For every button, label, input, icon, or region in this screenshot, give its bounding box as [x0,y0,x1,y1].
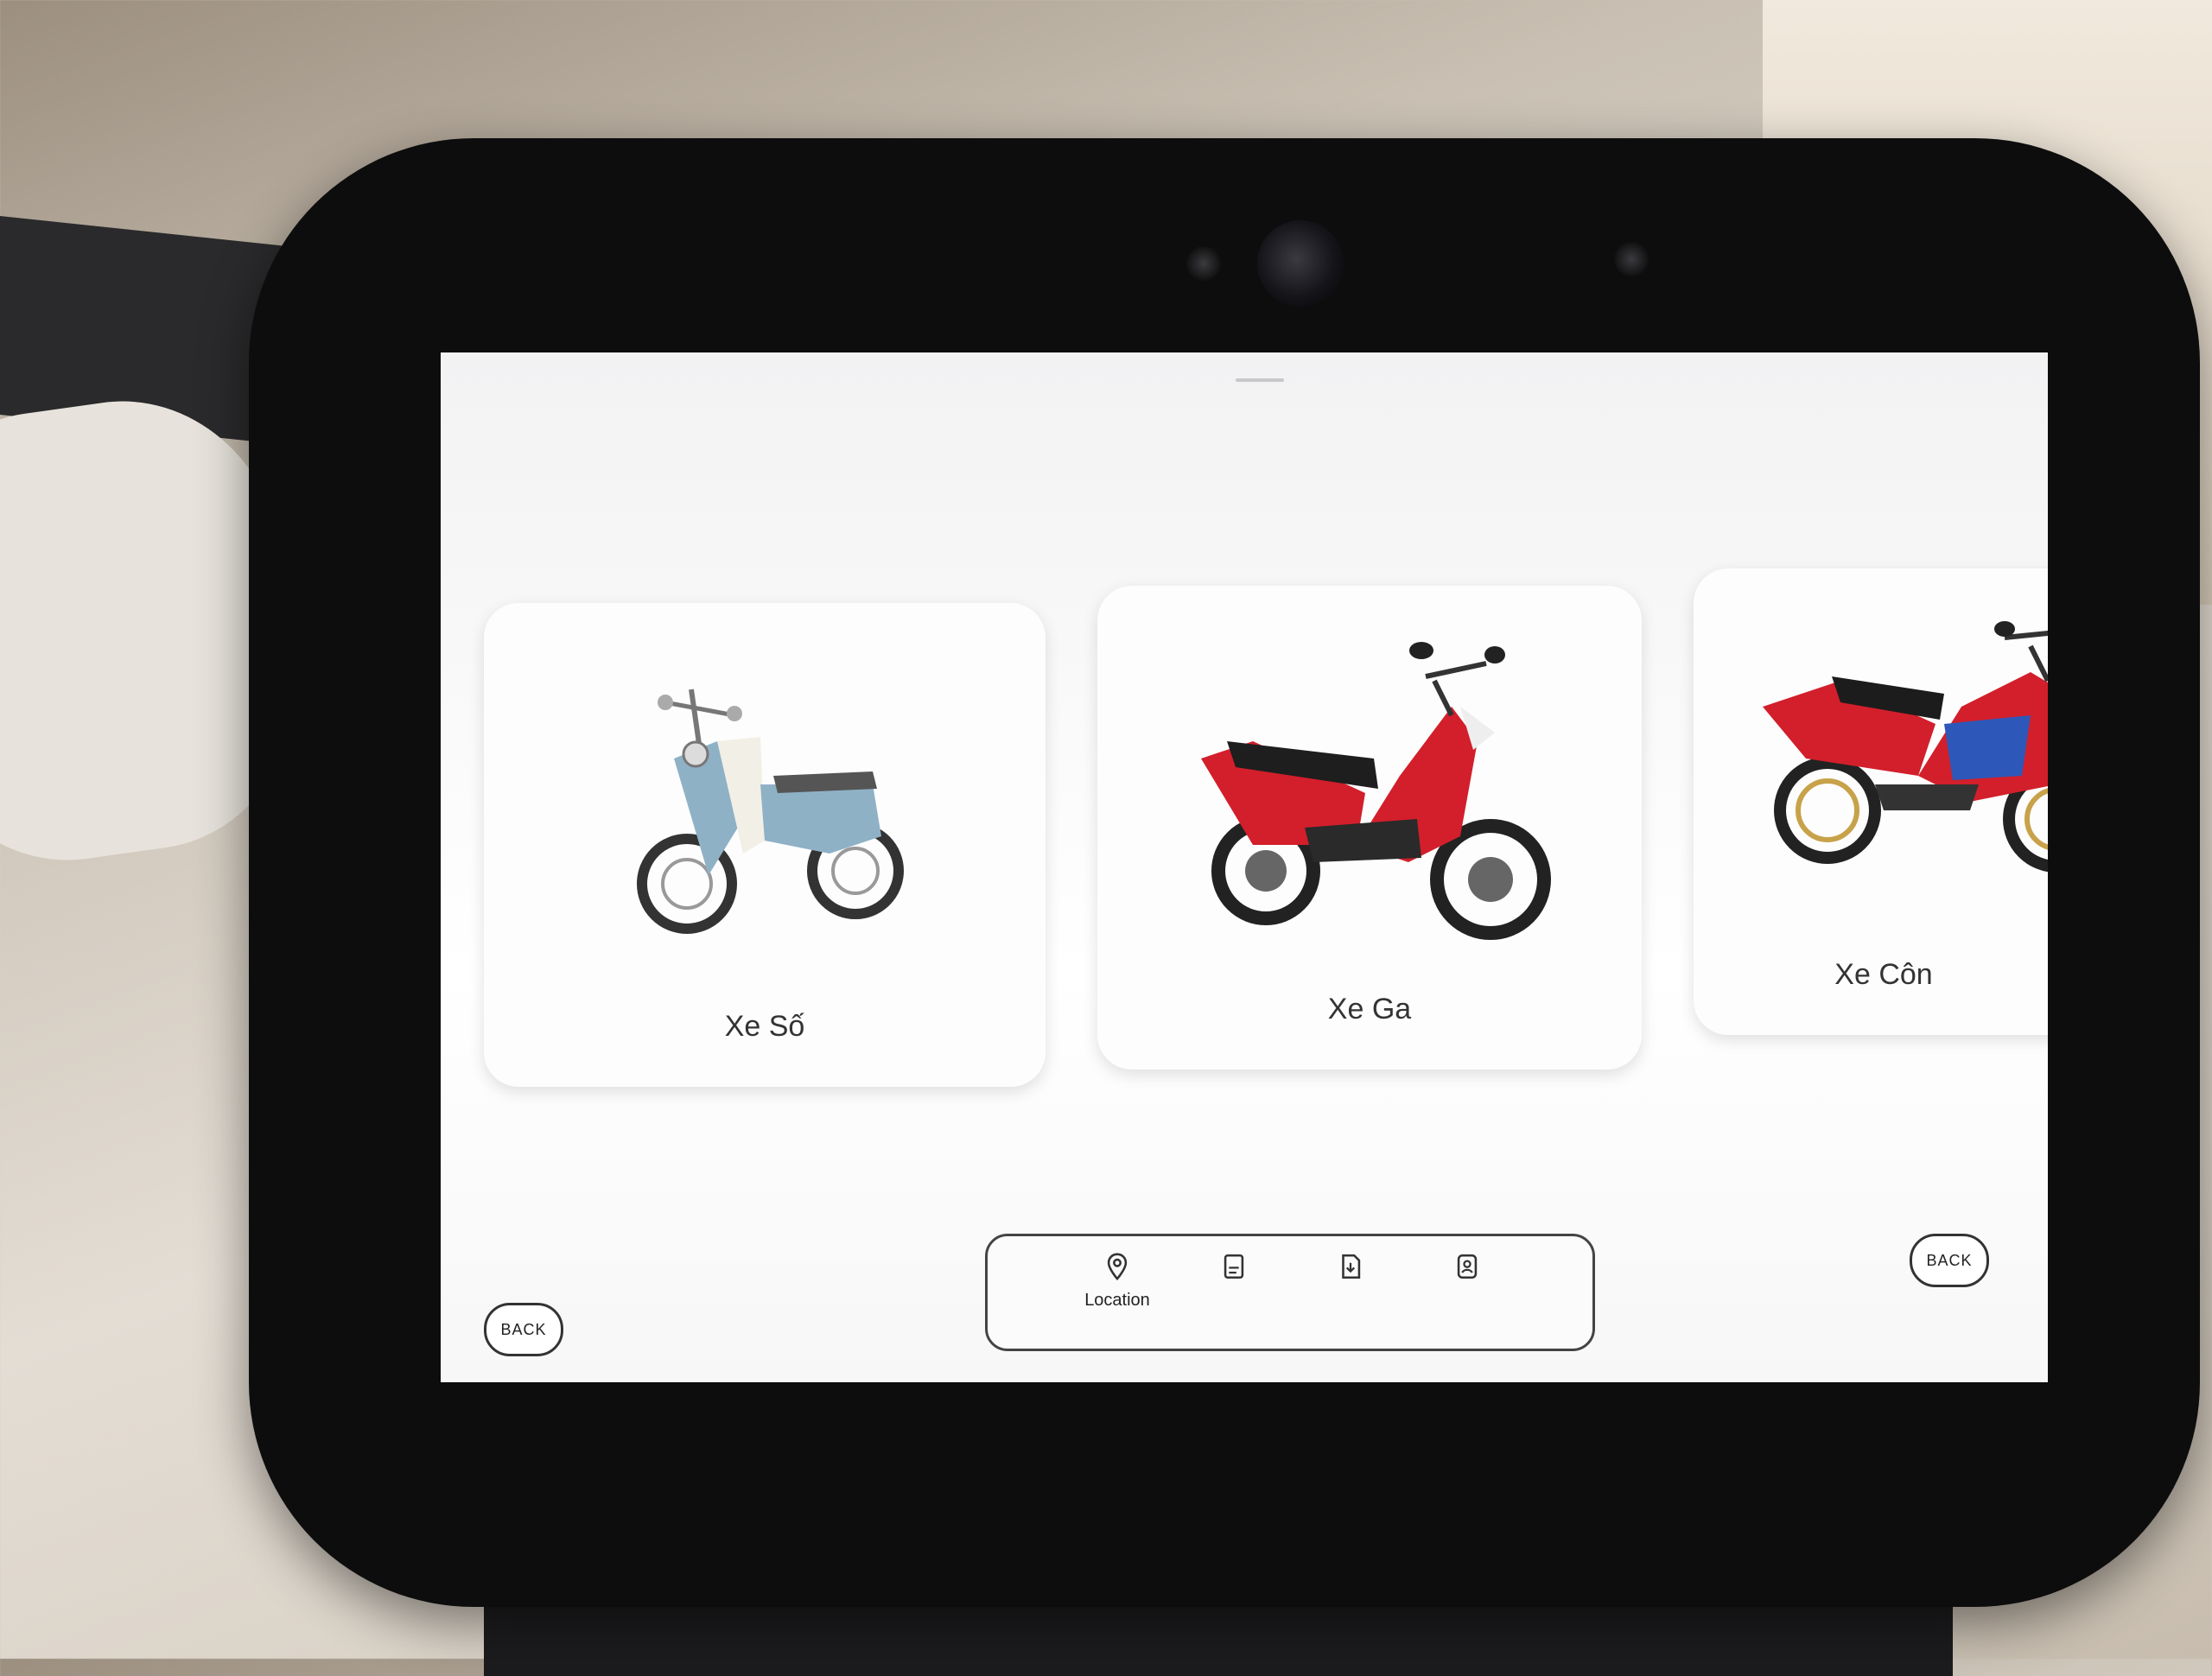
document-icon [1224,1254,1244,1279]
category-label: Xe Ga [1327,993,1412,1025]
file-download-icon [1342,1254,1361,1279]
kiosk-device: Xe Số Xe Ga Xe Côn Location BACK BACK [249,138,2200,1607]
category-card-xe-ga[interactable]: Xe Ga [1097,586,1642,1070]
nav-item-location[interactable]: Location [1065,1252,1169,1330]
red-scooter-image [1201,642,1551,940]
pull-down-handle[interactable] [1236,378,1284,382]
nav-item-contact[interactable] [1415,1252,1519,1330]
contact-card-icon [1457,1254,1478,1279]
nav-item-document[interactable] [1182,1252,1286,1330]
back-button-left[interactable]: BACK [484,1303,563,1356]
blue-underbone-motorbike-image [637,689,904,934]
back-button-right[interactable]: BACK [1910,1234,1989,1287]
category-label: Xe Côn [1834,958,1933,991]
location-pin-icon [1107,1253,1128,1281]
category-card-xe-so[interactable]: Xe Số [484,603,1046,1087]
nav-item-download[interactable] [1299,1252,1402,1330]
nav-label-location: Location [1084,1291,1150,1310]
bottom-nav-bar: Location [985,1234,1595,1351]
category-label: Xe Số [724,1010,805,1043]
screen: Xe Số Xe Ga Xe Côn Location BACK BACK [441,352,2048,1382]
red-blue-sport-motorbike-image [1763,621,2048,873]
sensor-right [1614,242,1649,276]
sensor-left [1186,246,1221,281]
camera-lens [1257,220,1344,307]
category-card-xe-con[interactable]: Xe Côn [1694,568,2048,1035]
